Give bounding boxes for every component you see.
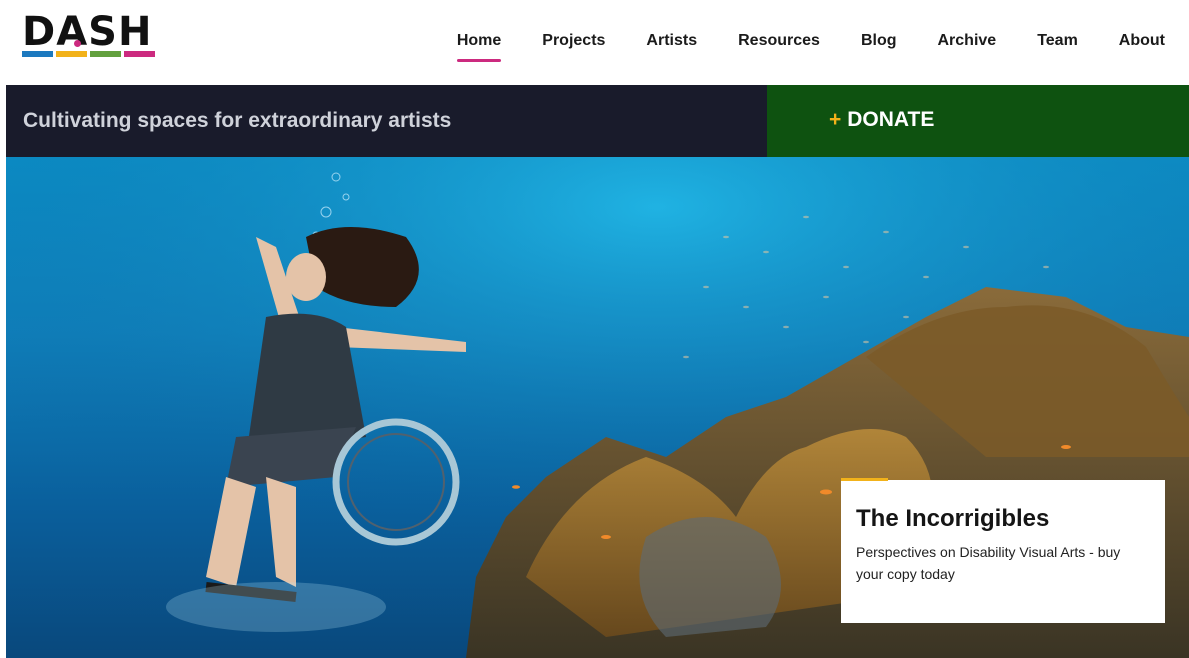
- site-header: DASH Home Projects Artists Resources Blo…: [0, 0, 1189, 85]
- logo-bar-green: [90, 51, 121, 57]
- nav-item-projects[interactable]: Projects: [542, 30, 605, 52]
- card-accent-bar: [841, 478, 888, 481]
- nav-item-home[interactable]: Home: [456, 30, 502, 62]
- dash-logo[interactable]: DASH: [22, 9, 156, 60]
- feature-card[interactable]: The Incorrigibles Perspectives on Disabi…: [841, 478, 1165, 623]
- card-description: Perspectives on Disability Visual Arts -…: [856, 544, 1121, 582]
- logo-bar-pink: [124, 51, 155, 57]
- plus-icon: +: [829, 108, 842, 131]
- tagline-box: Cultivating spaces for extraordinary art…: [6, 85, 767, 157]
- tagline-text: Cultivating spaces for extraordinary art…: [23, 109, 452, 132]
- tagline-banner: Cultivating spaces for extraordinary art…: [6, 85, 1189, 157]
- nav-item-artists[interactable]: Artists: [646, 30, 697, 52]
- nav-item-blog[interactable]: Blog: [861, 30, 897, 52]
- card-title[interactable]: The Incorrigibles: [856, 505, 1049, 533]
- nav-item-about[interactable]: About: [1119, 30, 1165, 52]
- donate-text: DONATE: [847, 108, 935, 131]
- donate-label: + DONATE: [829, 108, 934, 132]
- nav-item-archive[interactable]: Archive: [937, 30, 996, 52]
- nav-item-team[interactable]: Team: [1037, 30, 1078, 52]
- logo-bar-blue: [22, 51, 53, 57]
- logo-wordmark: DASH: [22, 9, 153, 55]
- donate-button[interactable]: + DONATE: [767, 85, 1189, 157]
- nav-item-resources[interactable]: Resources: [738, 30, 820, 52]
- logo-dot: [74, 40, 81, 47]
- main-nav: Home Projects Artists Resources Blog Arc…: [416, 30, 1165, 62]
- logo-bar-yellow: [56, 51, 87, 57]
